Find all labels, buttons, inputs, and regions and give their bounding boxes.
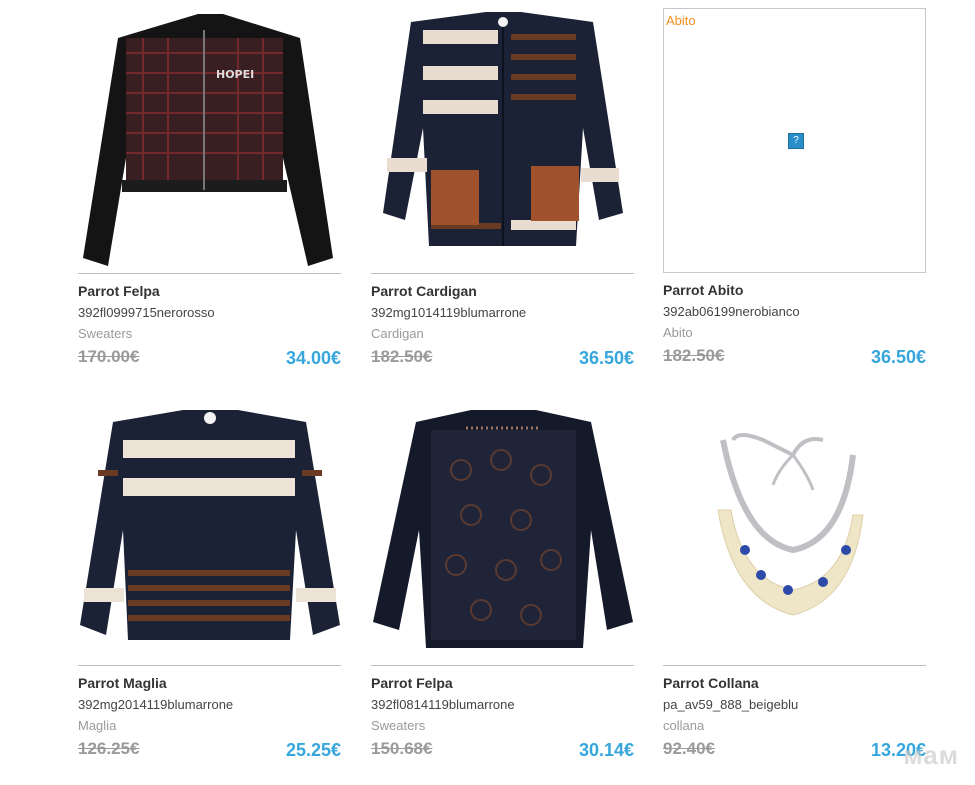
product-image[interactable] (371, 8, 634, 274)
old-price: 150.68€ (371, 739, 433, 758)
product-category: Cardigan (371, 326, 424, 341)
broken-image-icon: ? (788, 133, 804, 149)
price-row: 182.50€ 36.50€ (371, 345, 634, 369)
site-watermark: мам (903, 740, 959, 770)
product-code: 392mg2014119blumarrone (78, 697, 234, 712)
product-image[interactable]: НОРЕІ (78, 8, 341, 274)
product-category: collana (663, 718, 705, 733)
price-row: 126.25€ 25.25€ (78, 737, 341, 761)
price-row: 182.50€ 36.50€ (663, 344, 926, 368)
jacket-image: НОРЕІ (83, 14, 333, 266)
product-name[interactable]: Parrot Cardigan (371, 283, 634, 299)
product-card[interactable]: Parrot Felpa 392fl0814119blumarrone Swea… (371, 400, 634, 761)
product-category: Sweaters (371, 718, 426, 733)
image-alt-text: Abito (666, 13, 696, 28)
sale-price: 30.14€ (578, 740, 634, 760)
product-card[interactable]: Parrot Maglia 392mg2014119blumarrone Mag… (78, 400, 341, 761)
product-code: pa_av59_888_beigeblu (663, 697, 799, 712)
product-card[interactable]: Abito ? Parrot Abito 392ab06199nerobianc… (663, 8, 926, 368)
old-price: 182.50€ (663, 346, 725, 365)
sweater-image (80, 410, 340, 640)
old-price: 126.25€ (78, 739, 140, 758)
price-row: 92.40€ 13.20€ (663, 737, 926, 761)
sale-price: 25.25€ (285, 740, 341, 760)
product-image[interactable]: Abito ? (663, 8, 926, 273)
product-category: Abito (663, 325, 693, 340)
product-category: Maglia (78, 718, 117, 733)
product-code: 392ab06199nerobianco (663, 304, 800, 319)
price-row: 150.68€ 30.14€ (371, 737, 634, 761)
product-name[interactable]: Parrot Abito (663, 282, 926, 298)
product-name[interactable]: Parrot Collana (663, 675, 926, 691)
lace-sweater-image (373, 410, 633, 648)
old-price: 170.00€ (78, 347, 140, 366)
product-image[interactable] (371, 400, 634, 666)
product-image[interactable] (663, 400, 926, 666)
product-name[interactable]: Parrot Maglia (78, 675, 341, 691)
price-row: 170.00€ 34.00€ (78, 345, 341, 369)
product-card[interactable]: НОРЕІ Parrot Felpa 392fl0999715nerorosso… (78, 8, 341, 369)
sale-price: 36.50€ (870, 347, 926, 367)
product-code: 392fl0814119blumarrone (371, 697, 515, 712)
sale-price: 36.50€ (578, 348, 634, 368)
sale-price: 34.00€ (285, 348, 341, 368)
old-price: 92.40€ (663, 739, 715, 758)
product-card[interactable]: Parrot Collana pa_av59_888_beigeblu coll… (663, 400, 926, 761)
product-name[interactable]: Parrot Felpa (78, 283, 341, 299)
old-price: 182.50€ (371, 347, 433, 366)
product-image[interactable] (78, 400, 341, 666)
product-code: 392mg1014119blumarrone (371, 305, 527, 320)
product-card[interactable]: Parrot Cardigan 392mg1014119blumarrone C… (371, 8, 634, 369)
product-category: Sweaters (78, 326, 133, 341)
product-name[interactable]: Parrot Felpa (371, 675, 634, 691)
necklace-image (717, 433, 864, 616)
product-code: 392fl0999715nerorosso (78, 305, 215, 320)
svg-text:НОРЕІ: НОРЕІ (216, 68, 254, 81)
cardigan-image (383, 12, 623, 246)
